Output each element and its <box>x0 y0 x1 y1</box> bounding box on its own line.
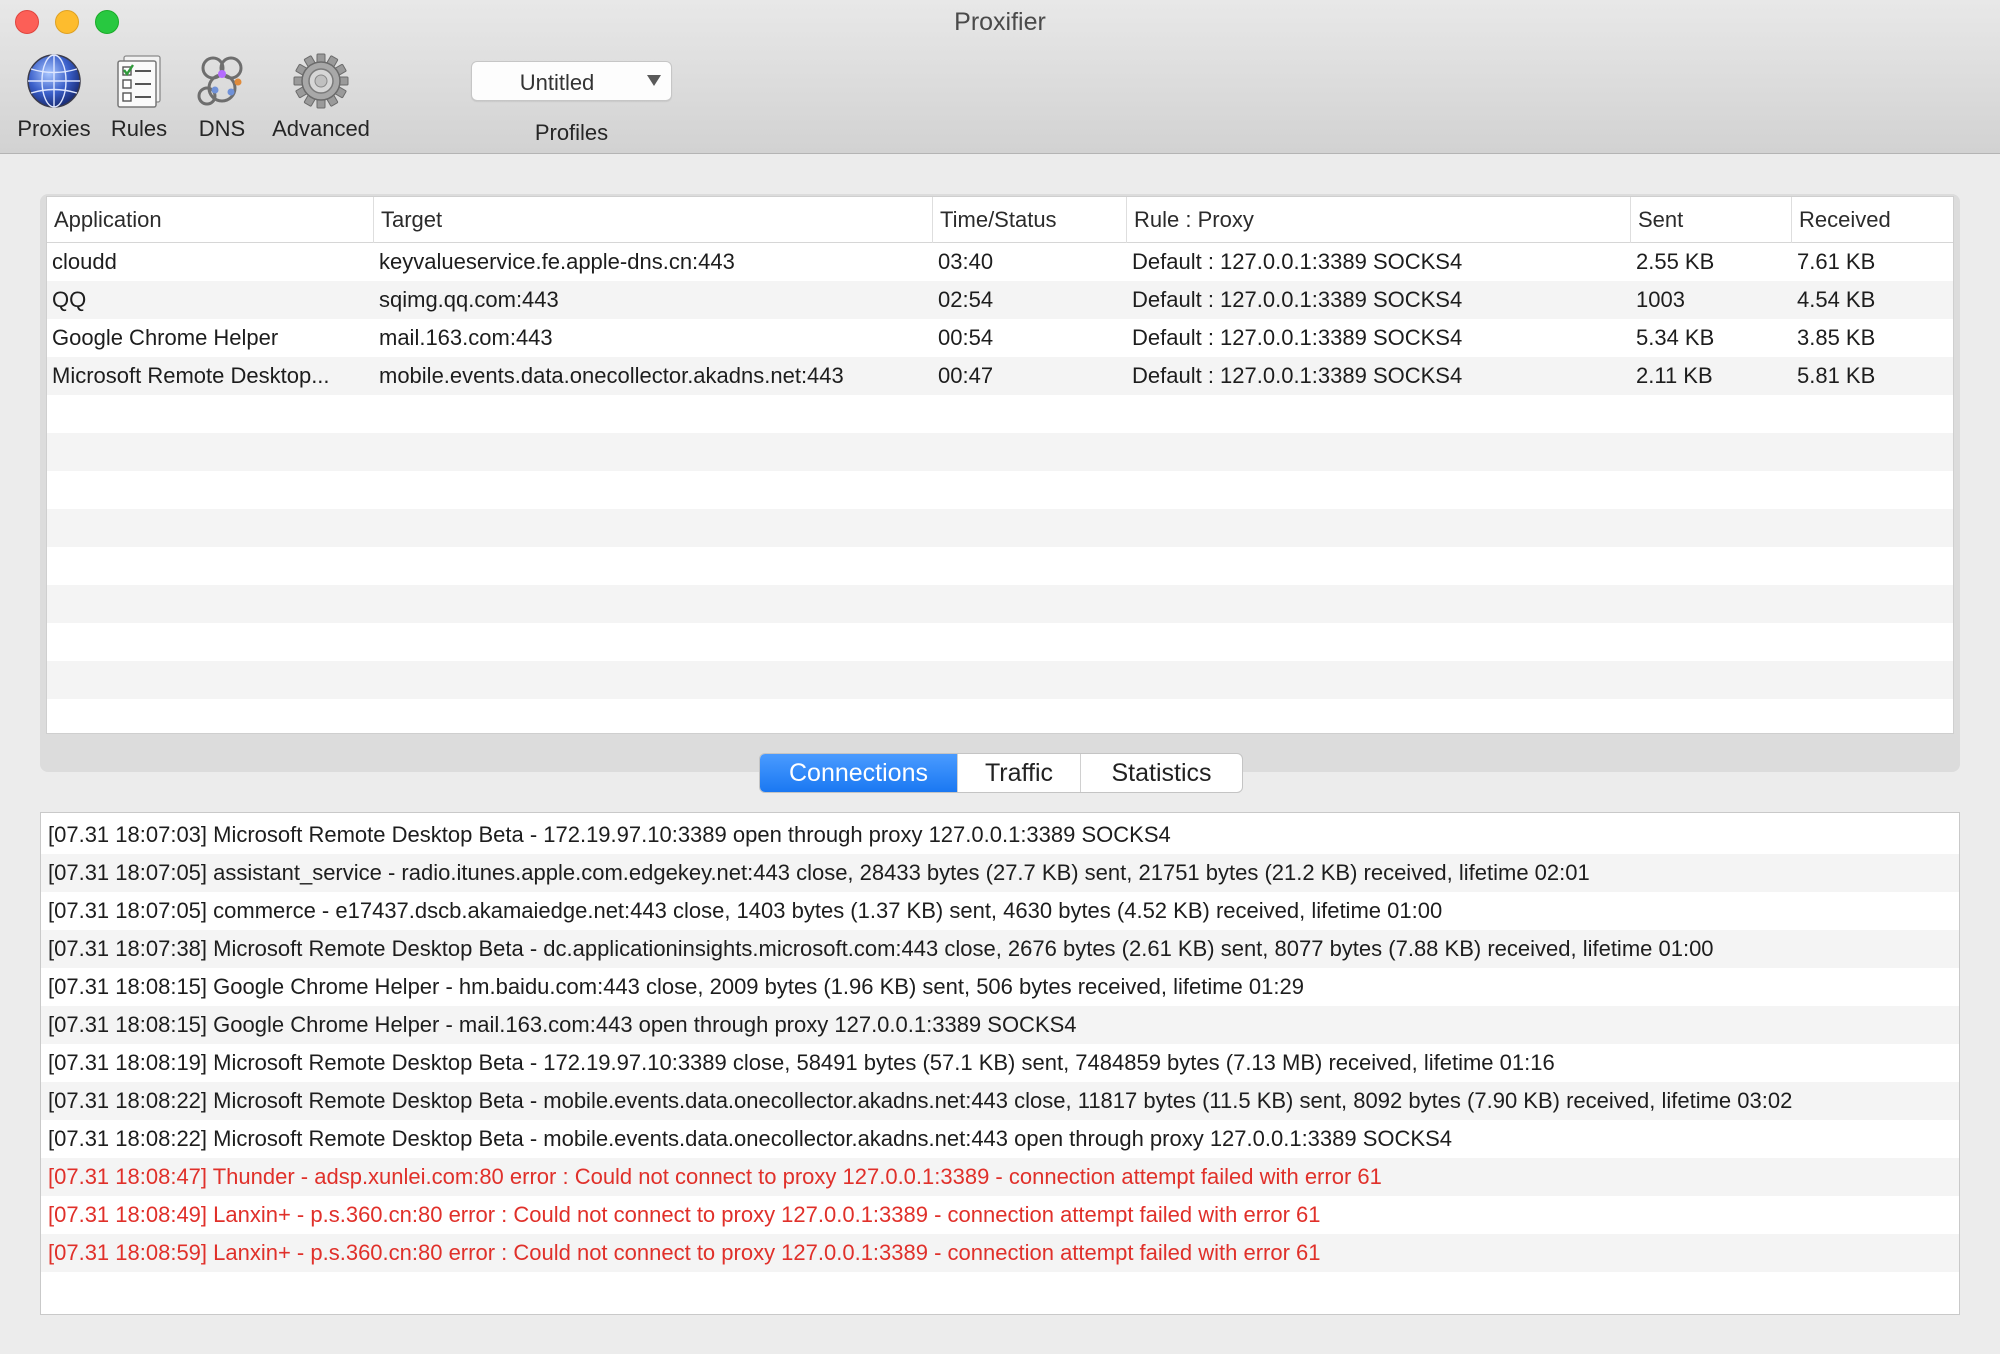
toolbar-advanced-button[interactable]: Advanced <box>266 52 376 142</box>
gear-icon <box>293 53 349 109</box>
cell-rule-proxy: Default : 127.0.0.1:3389 SOCKS4 <box>1132 363 1463 388</box>
cell-rule-proxy: Default : 127.0.0.1:3389 SOCKS4 <box>1132 287 1463 312</box>
cell-target: mail.163.com:443 <box>379 325 553 350</box>
empty-row <box>47 395 1953 433</box>
toolbar-dns-button[interactable]: DNS <box>188 52 256 142</box>
empty-row <box>47 547 1953 585</box>
cell-sent: 1003 <box>1636 287 1685 312</box>
rules-list-icon <box>117 55 161 108</box>
globe-icon <box>27 54 81 108</box>
column-header-sent[interactable]: Sent <box>1631 197 1792 243</box>
log-line: [07.31 18:07:05] commerce - e17437.dscb.… <box>48 898 1443 923</box>
log-line: [07.31 18:08:19] Microsoft Remote Deskto… <box>48 1050 1555 1075</box>
toolbar-advanced-label: Advanced <box>272 116 370 141</box>
log-line: [07.31 18:07:38] Microsoft Remote Deskto… <box>41 930 1959 968</box>
chevron-down-icon <box>647 75 661 86</box>
table-body: cloudd keyvalueservice.fe.apple-dns.cn:4… <box>47 243 1953 733</box>
toolbar-proxies-label: Proxies <box>17 116 91 141</box>
table-header: Application Target Time/Status Rule : Pr… <box>47 197 1953 243</box>
cell-received: 4.54 KB <box>1797 287 1876 312</box>
log-line: [07.31 18:08:22] Microsoft Remote Deskto… <box>41 1082 1959 1120</box>
tab-statistics[interactable]: Statistics <box>1081 754 1242 792</box>
tab-connections[interactable]: Connections <box>760 754 958 792</box>
toolbar-rules-button[interactable]: Rules <box>104 52 174 142</box>
window-toolbar: Proxifier Proxies Rules DNS Advanced Unt… <box>0 0 2000 154</box>
column-header-time-status[interactable]: Time/Status <box>933 197 1127 243</box>
empty-row <box>47 585 1953 623</box>
log-line: [07.31 18:08:15] Google Chrome Helper - … <box>41 1006 1959 1044</box>
cell-application: Microsoft Remote Desktop... <box>52 363 330 388</box>
log-line-error: [07.31 18:08:49] Lanxin+ - p.s.360.cn:80… <box>48 1202 1321 1227</box>
table-row[interactable]: QQ sqimg.qq.com:443 02:54 Default : 127.… <box>47 281 1953 319</box>
table-row[interactable]: Google Chrome Helper mail.163.com:443 00… <box>47 319 1953 357</box>
log-line: [07.31 18:08:22] Microsoft Remote Deskto… <box>48 1126 1452 1151</box>
cell-target: keyvalueservice.fe.apple-dns.cn:443 <box>379 249 735 274</box>
log-line-error: [07.31 18:08:47] Thunder - adsp.xunlei.c… <box>41 1158 1959 1196</box>
column-header-target[interactable]: Target <box>374 197 933 243</box>
cell-application: QQ <box>52 287 87 312</box>
cell-sent: 5.34 KB <box>1636 325 1715 350</box>
profiles-label: Profiles <box>534 120 609 145</box>
connections-table[interactable]: Application Target Time/Status Rule : Pr… <box>46 196 1954 734</box>
cell-rule-proxy: Default : 127.0.0.1:3389 SOCKS4 <box>1132 249 1463 274</box>
cell-time-status: 02:54 <box>938 287 994 312</box>
empty-row <box>47 623 1953 661</box>
empty-row <box>47 699 1953 733</box>
cell-sent: 2.55 KB <box>1636 249 1715 274</box>
column-header-application[interactable]: Application <box>47 197 374 243</box>
cell-target: mobile.events.data.onecollector.akadns.n… <box>379 363 844 388</box>
cell-application: Google Chrome Helper <box>52 325 279 350</box>
column-header-received[interactable]: Received <box>1792 197 1953 243</box>
cell-sent: 2.11 KB <box>1636 363 1713 388</box>
cell-received: 7.61 KB <box>1797 249 1876 274</box>
toolbar-dns-label: DNS <box>198 116 246 141</box>
cell-received: 5.81 KB <box>1797 363 1876 388</box>
log-line: [07.31 18:07:03] Microsoft Remote Deskto… <box>48 822 1171 847</box>
cell-received: 3.85 KB <box>1797 325 1876 350</box>
empty-row <box>47 661 1953 699</box>
empty-row <box>47 509 1953 547</box>
tab-traffic[interactable]: Traffic <box>958 754 1081 792</box>
table-row[interactable]: cloudd keyvalueservice.fe.apple-dns.cn:4… <box>47 243 1953 281</box>
cell-time-status: 00:54 <box>938 325 994 350</box>
cell-target: sqimg.qq.com:443 <box>379 287 559 312</box>
toolbar-proxies-button[interactable]: Proxies <box>14 52 94 142</box>
connection-log[interactable]: [07.31 18:07:03] Microsoft Remote Deskto… <box>40 812 1960 1315</box>
log-line: [07.31 18:07:05] assistant_service - rad… <box>41 854 1959 892</box>
view-tabs: Connections Traffic Statistics <box>759 753 1243 793</box>
column-header-rule-proxy[interactable]: Rule : Proxy <box>1127 197 1631 243</box>
profile-dropdown-value: Untitled <box>519 70 595 95</box>
cell-application: cloudd <box>52 249 117 274</box>
empty-row <box>47 471 1953 509</box>
profile-dropdown[interactable]: Untitled <box>471 61 672 101</box>
cell-rule-proxy: Default : 127.0.0.1:3389 SOCKS4 <box>1132 325 1463 350</box>
table-row[interactable]: Microsoft Remote Desktop... mobile.event… <box>47 357 1953 395</box>
cell-time-status: 00:47 <box>938 363 994 388</box>
empty-row <box>47 433 1953 471</box>
log-line-error: [07.31 18:08:59] Lanxin+ - p.s.360.cn:80… <box>41 1234 1959 1272</box>
dns-network-icon <box>197 56 243 106</box>
log-line: [07.31 18:08:15] Google Chrome Helper - … <box>48 974 1304 999</box>
cell-time-status: 03:40 <box>938 249 994 274</box>
window-title: Proxifier <box>954 8 1046 36</box>
toolbar-rules-label: Rules <box>110 116 168 141</box>
